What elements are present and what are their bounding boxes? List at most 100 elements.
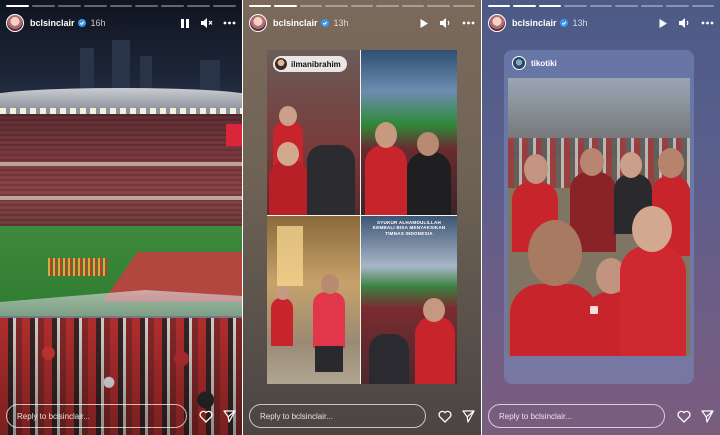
progress-segment	[161, 5, 185, 7]
progress-segment	[427, 5, 450, 7]
story-header: bclsinclair 13h	[488, 12, 714, 34]
progress-segment	[350, 5, 374, 7]
woman-face	[632, 206, 672, 252]
progress-segment	[452, 5, 475, 7]
post-time: 13h	[572, 18, 588, 28]
hall-light	[277, 226, 303, 286]
verified-icon	[320, 19, 329, 27]
avatar[interactable]	[488, 14, 506, 32]
mention-username: ilmanibrahim	[291, 59, 341, 69]
woman-face	[620, 152, 642, 178]
repost-username[interactable]: tikotiki	[531, 59, 557, 68]
username[interactable]: bclsinclair	[30, 18, 75, 28]
mute-icon[interactable]	[200, 17, 213, 29]
person-face	[417, 132, 439, 156]
post-time: 13h	[333, 18, 349, 28]
progress-segment	[325, 5, 348, 7]
username[interactable]: bclsinclair	[273, 18, 318, 28]
child-face	[277, 142, 299, 166]
verified-icon	[559, 19, 568, 27]
mention-tag[interactable]: ilmanibrahim	[273, 56, 347, 72]
progress-segment	[135, 5, 159, 7]
progress-segment	[488, 5, 511, 7]
collage-photo-family: ilmanibrahim	[267, 50, 360, 215]
collage-photo-boys-stadium	[361, 50, 457, 215]
mention-avatar	[275, 58, 287, 70]
story-panel-2[interactable]: ilmanibrahim SYUKUR ALHAMDULILLAH KEMBAL…	[243, 0, 481, 435]
play-icon[interactable]	[658, 18, 668, 29]
username[interactable]: bclsinclair	[512, 18, 557, 28]
child-face	[276, 286, 290, 300]
progress-segment	[376, 5, 399, 7]
boy-face	[375, 122, 397, 148]
man-pink-shirt	[313, 292, 345, 348]
progress-segment	[187, 5, 211, 7]
progress-segment	[513, 5, 536, 7]
person-face	[279, 106, 297, 126]
avatar[interactable]	[249, 14, 267, 32]
more-icon[interactable]	[701, 21, 714, 25]
progress-segment	[615, 5, 638, 7]
collage-photo-hallway	[267, 216, 360, 384]
heart-icon[interactable]	[438, 410, 452, 423]
child-red-jersey	[269, 160, 309, 215]
man-red-jersey-front	[510, 284, 598, 356]
verified-icon	[77, 19, 86, 27]
story-footer: Reply to bclsinclair...	[488, 404, 714, 428]
woman-red-jersey	[620, 246, 686, 356]
stand-tier	[0, 162, 242, 166]
reply-input[interactable]: Reply to bclsinclair...	[6, 404, 187, 428]
send-icon[interactable]	[223, 409, 236, 423]
heart-icon[interactable]	[199, 410, 213, 423]
boy-face	[423, 298, 445, 322]
pause-icon[interactable]	[180, 18, 190, 29]
man-face-front	[528, 220, 582, 286]
stand-tier	[0, 196, 242, 200]
progress-segment	[691, 5, 714, 7]
more-icon[interactable]	[223, 21, 236, 25]
players-group	[48, 258, 108, 276]
play-icon[interactable]	[419, 18, 429, 29]
send-icon[interactable]	[462, 409, 475, 423]
child-red-shirt	[271, 298, 293, 346]
progress-segment	[249, 5, 272, 7]
story-progress-bar	[6, 5, 237, 7]
group-selfie-photo	[508, 78, 690, 356]
boy-face	[524, 154, 548, 184]
boy-red-jersey	[415, 316, 455, 384]
person-black-shirt	[407, 152, 451, 215]
collage-photo-seats: SYUKUR ALHAMDULILLAH KEMBALI BISA MENYAK…	[361, 216, 457, 384]
person-dark-jacket	[307, 145, 355, 215]
progress-segment	[401, 5, 425, 7]
man-face	[580, 148, 604, 176]
send-icon[interactable]	[701, 409, 714, 423]
progress-segment	[589, 5, 613, 7]
story-panel-1[interactable]: bclsinclair 16h Reply to bclsinclair...	[0, 0, 242, 435]
progress-segment	[213, 5, 237, 7]
jersey-badge	[590, 306, 598, 314]
reply-input[interactable]: Reply to bclsinclair...	[488, 404, 665, 428]
progress-segment	[299, 5, 323, 7]
more-icon[interactable]	[462, 21, 475, 25]
progress-segment	[109, 5, 133, 7]
volume-icon[interactable]	[439, 17, 452, 29]
volume-icon[interactable]	[678, 17, 691, 29]
reposted-story-card[interactable]: tikotiki	[504, 50, 694, 384]
boy-red-jersey	[365, 145, 407, 215]
post-time: 16h	[90, 18, 106, 28]
progress-segment	[274, 5, 297, 7]
progress-segment	[31, 5, 55, 7]
repost-header: tikotiki	[512, 56, 557, 70]
photo-collage: ilmanibrahim SYUKUR ALHAMDULILLAH KEMBAL…	[267, 50, 457, 384]
man-face	[321, 274, 339, 294]
avatar[interactable]	[6, 14, 24, 32]
progress-segment	[57, 5, 81, 7]
story-progress-bar	[488, 5, 714, 7]
repost-avatar[interactable]	[512, 56, 526, 70]
story-panel-3[interactable]: tikotiki bclsinclair 13h Reply to bclsin…	[482, 0, 720, 435]
story-progress-bar	[249, 5, 475, 7]
heart-icon[interactable]	[677, 410, 691, 423]
reply-input[interactable]: Reply to bclsinclair...	[249, 404, 426, 428]
story-footer: Reply to bclsinclair...	[249, 404, 475, 428]
man-shorts	[315, 346, 343, 372]
